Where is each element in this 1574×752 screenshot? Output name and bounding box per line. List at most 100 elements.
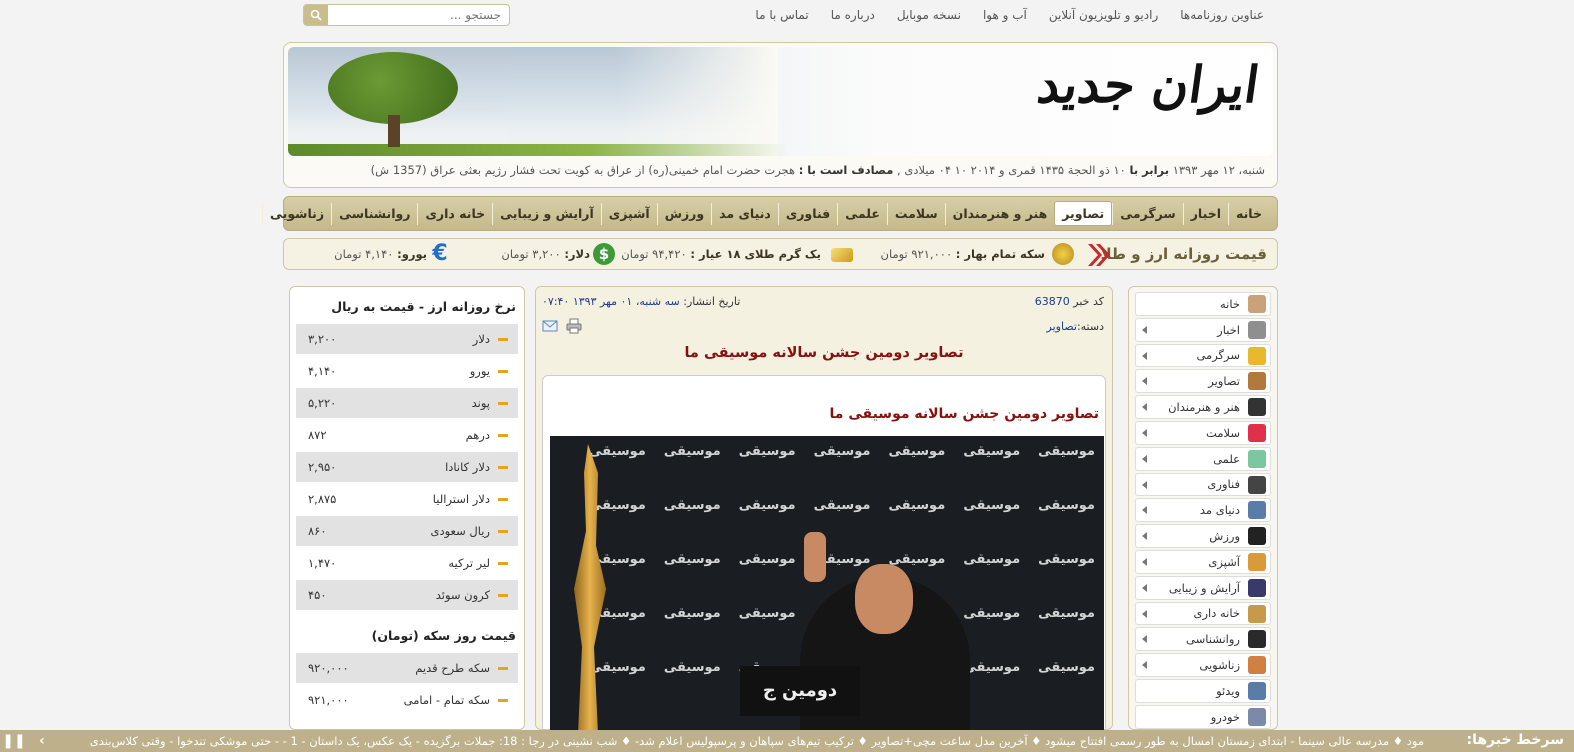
backdrop-word: موسیقی	[1038, 498, 1095, 513]
sidebar-category-item[interactable]: فناوری	[1135, 472, 1271, 497]
print-icon[interactable]	[566, 318, 582, 334]
email-icon[interactable]	[542, 318, 558, 334]
rate-row: سکه طرح قدیم ۹۲۰,۰۰۰	[296, 653, 518, 683]
site-header: ایران جدید شنبه، ۱۲ مهر ۱۳۹۳ برابر با ۱۰…	[283, 42, 1278, 188]
main-menu-item[interactable]: سلامت	[886, 202, 945, 225]
rate-value: ۲,۸۷۵	[308, 492, 337, 506]
search-icon	[310, 9, 322, 21]
category-label: خودرو	[1210, 709, 1240, 724]
strip-title: قیمت روزانه ارز و طلا	[1100, 245, 1268, 263]
rate-row: لیر ترکیه ۱,۴۷۰	[296, 548, 518, 578]
category-label: ورزش	[1209, 529, 1240, 544]
coin-price: سکه تمام بهار : ۹۲۱,۰۰۰ تومان	[881, 247, 1046, 261]
rate-name: سکه طرح قدیم	[415, 661, 508, 675]
ticker-text[interactable]: مود ♦ مدرسه عالی سینما - ابتدای زمستان ا…	[88, 734, 1424, 748]
top-link-newspapers[interactable]: عناوین روزنامه‌ها	[1180, 8, 1264, 22]
chevron-left-icon	[1142, 480, 1147, 489]
sidebar-category-item[interactable]: زناشویی	[1135, 653, 1271, 677]
ticker-controls: ❚❚ ‹	[0, 730, 56, 752]
coin-value: ۹۲۱,۰۰۰ تومان	[880, 247, 953, 261]
backdrop-sign: دومین ج	[740, 666, 860, 716]
sidebar-category-item[interactable]: آشپزی	[1135, 549, 1271, 574]
category-label: خانه	[1220, 296, 1240, 311]
main-menu-item[interactable]: اخبار	[1182, 202, 1228, 225]
top-link-about[interactable]: درباره ما	[831, 8, 875, 22]
main-menu-item[interactable]: خانه داری	[417, 202, 492, 225]
top-link-radio-tv[interactable]: رادیو و تلویزیون آنلاین	[1049, 8, 1158, 22]
main-menu-item[interactable]: خانه	[1228, 202, 1269, 225]
rate-value: ۳,۲۰۰	[308, 332, 337, 346]
category-icon	[1248, 398, 1266, 417]
logo-text: ایران جدید	[1034, 55, 1264, 114]
backdrop-word: موسیقی	[888, 498, 946, 513]
sidebar-category-item[interactable]: خانه داری	[1135, 601, 1271, 626]
main-menu-item[interactable]: ورزش	[656, 202, 711, 225]
sidebar-category-item[interactable]: اخبار	[1135, 317, 1271, 342]
main-menu: خانه اخبار سرگرمی تصاویر هنر و هنرمندان سلامت…	[262, 196, 1278, 231]
article-title: تصاویر دومین جشن سالانه موسیقی ما	[684, 345, 964, 361]
gold-value: ۹۴,۴۲۰ تومان	[621, 247, 687, 261]
rate-name: لیر ترکیه	[448, 556, 508, 570]
sidebar-category-item[interactable]: دنیای مد	[1135, 498, 1271, 523]
category-icon	[1248, 423, 1266, 442]
category-link[interactable]: تصاویر	[1047, 320, 1077, 333]
sidebar-category-item[interactable]: سلامت	[1135, 420, 1271, 445]
category-label: تصاویر	[1208, 374, 1240, 389]
search-button[interactable]	[304, 5, 328, 25]
publish-value: سه شنبه، ۰۱ مهر ۱۳۹۳ ۰۷:۴۰	[542, 295, 680, 308]
rate-row: دلار استرالیا ۲,۸۷۵	[296, 484, 518, 514]
sidebar-category-item[interactable]: هنر و هنرمندان	[1135, 395, 1271, 419]
rate-row: درهم ۸۷۲	[296, 420, 518, 450]
main-menu-item[interactable]: فناوری	[777, 202, 837, 225]
main-menu-item[interactable]: تصاویر	[1054, 201, 1113, 226]
next-arrow-icon[interactable]: ‹	[28, 730, 56, 752]
dollar-value: ۳,۲۰۰ تومان	[501, 247, 561, 261]
rate-value: ۵,۲۲۰	[308, 396, 337, 410]
rates-table: دلار ۳,۲۰۰ یورو ۴,۱۴۰ پوند ۵,۲۲۰ درهم ۸۷۲ دلار ک…	[296, 324, 518, 610]
sidebar-category-item[interactable]: خودرو	[1135, 704, 1271, 729]
search-input[interactable]	[328, 5, 509, 25]
main-menu-item[interactable]: آشپزی	[600, 202, 657, 225]
article-photo: موسیقی موسیقی موسیقی موسیقی موسیقی موسیقی موسی…	[550, 436, 1104, 736]
sidebar-category-item[interactable]: آرایش و زیبایی	[1135, 575, 1271, 600]
category-icon	[1248, 475, 1266, 494]
person-hand	[804, 532, 826, 582]
rates-title: نرخ روزانه ارز - قیمت به ریال	[331, 299, 516, 314]
backdrop-word: موسیقی	[663, 606, 721, 621]
sidebar-category-item[interactable]: سرگرمی	[1135, 343, 1271, 368]
top-link-contact[interactable]: تماس با ما	[755, 8, 808, 22]
backdrop-word: موسیقی	[663, 552, 721, 567]
main-menu-item[interactable]: آرایش و زیبایی	[492, 202, 601, 225]
category-icon	[1248, 656, 1266, 675]
sidebar-category-item[interactable]: ورزش	[1135, 524, 1271, 548]
rate-value: ۸۶۰	[308, 524, 327, 538]
article-tools	[542, 318, 582, 334]
main-menu-item[interactable]: علمی	[837, 202, 887, 225]
article-category: دسته:تصاویر	[1047, 320, 1104, 333]
chevron-left-icon	[1142, 609, 1147, 618]
chevron-left-icon	[1142, 428, 1147, 437]
chevron-left-icon	[1142, 506, 1147, 515]
sidebar-category-item[interactable]: علمی	[1135, 446, 1271, 471]
sidebar-category-item[interactable]: خانه	[1135, 292, 1271, 316]
top-link-mobile[interactable]: نسخه موبایل	[897, 8, 961, 22]
main-menu-item[interactable]: دنیای مد	[711, 202, 778, 225]
site-logo[interactable]: ایران جدید	[1034, 55, 1263, 114]
main-menu-item[interactable]: زناشویی	[262, 202, 331, 225]
date-bold-occasion: مصادف است با :	[798, 163, 894, 177]
backdrop-word: موسیقی	[1038, 660, 1095, 675]
article-body: تصاویر دومین جشن سالانه موسیقی ما موسیقی…	[542, 375, 1106, 736]
backdrop-word: موسیقی	[1038, 552, 1095, 567]
sidebar-category-item[interactable]: تصاویر	[1135, 369, 1271, 394]
sidebar-category-item[interactable]: روانشناسی	[1135, 627, 1271, 652]
main-menu-item[interactable]: سرگرمی	[1112, 202, 1183, 225]
news-id-value[interactable]: 63870	[1035, 295, 1070, 308]
main-menu-item[interactable]: روانشناسی	[331, 202, 417, 225]
pause-icon[interactable]: ❚❚	[0, 730, 28, 752]
top-link-weather[interactable]: آب و هوا	[983, 8, 1027, 22]
category-label: علمی	[1213, 451, 1240, 466]
dollar-icon: $	[593, 243, 615, 265]
sidebar-category-item[interactable]: ویدئو	[1135, 678, 1271, 703]
category-label: زناشویی	[1199, 658, 1240, 673]
main-menu-item[interactable]: هنر و هنرمندان	[944, 202, 1055, 225]
